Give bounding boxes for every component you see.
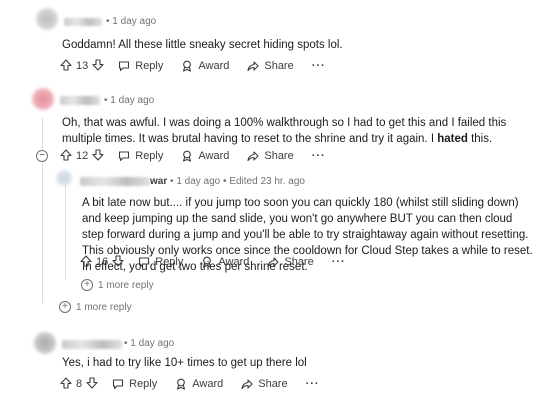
collapse-thread-button[interactable]: − [36,150,48,162]
comment-body: Yes, i had to try like 10+ times to get … [62,357,307,369]
award-icon [201,256,213,268]
reply-icon [118,60,130,72]
award-button[interactable]: Award [201,256,249,268]
thread-line[interactable] [65,170,66,280]
upvote-icon[interactable] [60,148,72,164]
vote-controls: 13 [60,58,104,74]
more-replies-link[interactable]: + 1 more reply [59,301,132,313]
username-redacted[interactable] [64,18,102,26]
vote-count: 13 [76,60,89,72]
comment-meta: war • 1 day ago • Edited 23 hr. ago [150,176,305,187]
vote-controls: 16 [80,254,124,270]
downvote-icon[interactable] [92,148,104,164]
comment-body: Goddamn! All these little sneaky secret … [62,39,343,51]
timestamp[interactable]: 1 day ago [176,176,220,187]
comment-meta: • 1 day ago [104,95,155,106]
comment-meta: • 1 day ago [124,338,175,349]
avatar[interactable] [36,8,58,30]
share-button[interactable]: Share [247,60,294,72]
more-options-button[interactable]: ··· [312,60,326,72]
award-button[interactable]: Award [175,378,223,390]
more-options-button[interactable]: ··· [306,378,320,390]
avatar[interactable] [56,170,72,186]
share-icon [267,256,279,268]
comment-actions: 13 Reply Award Share ··· [60,56,344,76]
comment-actions: 12 Reply Award Share ··· [60,146,344,166]
plus-circle-icon: + [81,279,93,291]
share-icon [247,60,259,72]
more-replies-link[interactable]: + 1 more reply [81,279,154,291]
award-button[interactable]: Award [181,150,229,162]
award-button[interactable]: Award [181,60,229,72]
upvote-icon[interactable] [80,254,92,270]
more-options-button[interactable]: ··· [312,150,326,162]
thread-line[interactable] [42,118,43,303]
share-button[interactable]: Share [241,378,288,390]
reply-button[interactable]: Reply [112,378,157,390]
award-icon [175,378,187,390]
username-redacted[interactable] [80,177,150,186]
vote-count: 16 [96,256,109,268]
reply-icon [118,150,130,162]
more-options-button[interactable]: ··· [332,256,346,268]
comment-body: Oh, that was awful. I was doing a 100% w… [62,117,507,145]
vote-count: 8 [76,378,83,390]
downvote-icon[interactable] [86,376,98,392]
avatar[interactable] [34,332,56,354]
comment-actions: 16 Reply Award Share ··· [80,252,364,272]
share-icon [247,150,259,162]
share-button[interactable]: Share [267,256,314,268]
share-icon [241,378,253,390]
downvote-icon[interactable] [92,58,104,74]
comment-actions: 8 Reply Award Share ··· [60,374,338,394]
reply-icon [138,256,150,268]
edited-label: Edited 23 hr. ago [229,176,305,187]
share-button[interactable]: Share [247,150,294,162]
vote-count: 12 [76,150,89,162]
upvote-icon[interactable] [60,376,72,392]
downvote-icon[interactable] [112,254,124,270]
username-fragment[interactable]: war [150,176,167,187]
comment-meta: • 1 day ago [106,16,157,27]
timestamp[interactable]: 1 day ago [112,16,156,27]
timestamp[interactable]: 1 day ago [110,95,154,106]
username-redacted[interactable] [60,96,100,105]
reply-button[interactable]: Reply [118,150,163,162]
vote-controls: 12 [60,148,104,164]
username-redacted[interactable] [62,340,122,349]
award-icon [181,60,193,72]
plus-circle-icon: + [59,301,71,313]
reply-button[interactable]: Reply [118,60,163,72]
vote-controls: 8 [60,376,98,392]
reply-icon [112,378,124,390]
award-icon [181,150,193,162]
upvote-icon[interactable] [60,58,72,74]
avatar[interactable] [32,88,54,110]
reply-button[interactable]: Reply [138,256,183,268]
timestamp[interactable]: 1 day ago [130,338,174,349]
